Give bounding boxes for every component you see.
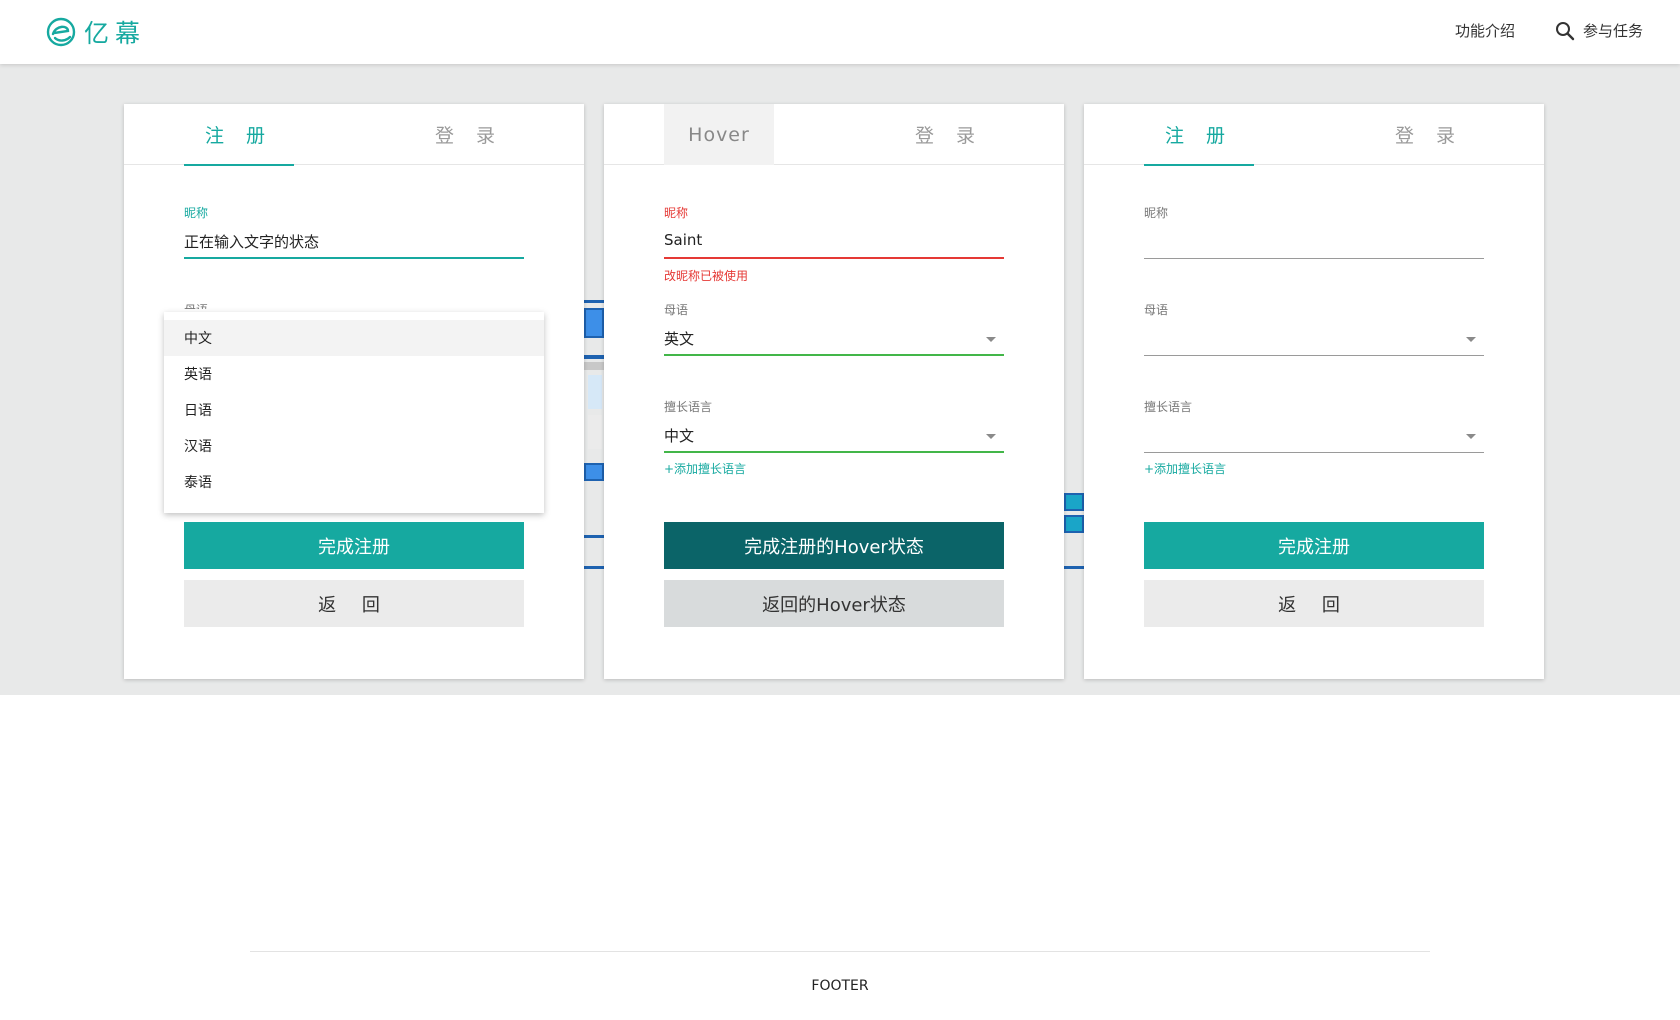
tab-register[interactable]: 注 册 bbox=[1144, 104, 1254, 166]
footer-divider bbox=[250, 951, 1430, 952]
background-decoration bbox=[584, 300, 604, 570]
add-skill-language-link[interactable]: +添加擅长语言 bbox=[664, 460, 746, 477]
nickname-underline bbox=[184, 257, 524, 259]
native-language-underline bbox=[1144, 355, 1484, 356]
brand-logo[interactable]: 亿幕 bbox=[44, 14, 146, 50]
skill-language-underline bbox=[664, 451, 1004, 453]
dropdown-option[interactable]: 中文 bbox=[164, 320, 544, 356]
skill-language-label: 擅长语言 bbox=[1144, 400, 1193, 414]
footer-text: FOOTER bbox=[811, 978, 869, 994]
register-card-typing: 注 册 登 录 昵称 正在输入文字的状态 母语 中文 英语 日语 汉语 泰语 完… bbox=[124, 104, 584, 679]
tab-login[interactable]: 登 录 bbox=[1374, 104, 1484, 165]
nickname-label: 昵称 bbox=[1144, 206, 1169, 220]
top-navigation-bar: 亿幕 功能介绍 参与任务 bbox=[0, 0, 1680, 64]
nav-task-link[interactable]: 参与任务 bbox=[1555, 20, 1643, 41]
nickname-underline bbox=[1144, 258, 1484, 259]
tab-register-hover[interactable]: Hover bbox=[664, 104, 774, 165]
brand-name: 亿幕 bbox=[84, 19, 147, 48]
auth-tabs: 注 册 登 录 bbox=[124, 104, 584, 166]
nickname-label: 昵称 bbox=[184, 206, 209, 220]
back-button-hover[interactable]: 返回的Hover状态 bbox=[664, 580, 1004, 627]
chevron-down-icon[interactable] bbox=[986, 434, 996, 439]
auth-tabs: 注 册 登 录 bbox=[1084, 104, 1544, 166]
register-card-hover: Hover 登 录 昵称 Saint 改昵称已被使用 母语 英文 擅长语言 中文… bbox=[604, 104, 1064, 679]
native-language-label: 母语 bbox=[184, 301, 208, 309]
logo-icon bbox=[46, 17, 76, 47]
native-language-dropdown-menu: 中文 英语 日语 汉语 泰语 bbox=[164, 312, 544, 513]
add-skill-language-link[interactable]: +添加擅长语言 bbox=[1144, 460, 1226, 477]
tab-register[interactable]: 注 册 bbox=[184, 104, 294, 166]
dropdown-option[interactable]: 泰语 bbox=[164, 464, 544, 500]
background-decoration-2 bbox=[1064, 490, 1084, 570]
nav-task-label: 参与任务 bbox=[1583, 22, 1644, 40]
complete-register-button[interactable]: 完成注册 bbox=[1144, 522, 1484, 569]
native-language-label: 母语 bbox=[1144, 303, 1169, 317]
native-language-label: 母语 bbox=[664, 303, 689, 317]
nickname-input[interactable] bbox=[1144, 231, 1484, 237]
complete-register-button[interactable]: 完成注册 bbox=[184, 522, 524, 569]
tab-login[interactable]: 登 录 bbox=[894, 104, 1004, 165]
native-language-underline bbox=[664, 354, 1004, 356]
skill-language-select[interactable]: 中文 bbox=[664, 425, 1004, 452]
chevron-down-icon[interactable] bbox=[986, 337, 996, 342]
nickname-underline bbox=[664, 257, 1004, 259]
auth-tabs: Hover 登 录 bbox=[604, 104, 1064, 165]
back-button[interactable]: 返 回 bbox=[184, 580, 524, 627]
native-language-select[interactable] bbox=[1144, 328, 1484, 334]
nickname-label: 昵称 bbox=[664, 206, 689, 220]
skill-language-select[interactable] bbox=[1144, 425, 1484, 431]
chevron-down-icon[interactable] bbox=[1466, 434, 1476, 439]
nickname-input[interactable]: 正在输入文字的状态 bbox=[184, 231, 524, 258]
dropdown-option[interactable]: 日语 bbox=[164, 392, 544, 428]
skill-language-underline bbox=[1144, 452, 1484, 453]
complete-register-button-hover[interactable]: 完成注册的Hover状态 bbox=[664, 522, 1004, 569]
search-icon bbox=[1556, 21, 1575, 40]
nav-features-link[interactable]: 功能介绍 bbox=[1455, 20, 1515, 41]
dropdown-option[interactable]: 英语 bbox=[164, 356, 544, 392]
native-language-select[interactable]: 英文 bbox=[664, 328, 1004, 355]
nickname-input[interactable]: Saint bbox=[664, 231, 1004, 255]
dropdown-option[interactable]: 汉语 bbox=[164, 428, 544, 464]
back-button[interactable]: 返 回 bbox=[1144, 580, 1484, 627]
skill-language-label: 擅长语言 bbox=[664, 400, 713, 414]
register-card-empty: 注 册 登 录 昵称 母语 擅长语言 +添加擅长语言 完成注册 返 回 bbox=[1084, 104, 1544, 679]
tab-login[interactable]: 登 录 bbox=[414, 104, 524, 165]
chevron-down-icon[interactable] bbox=[1466, 337, 1476, 342]
nickname-error-message: 改昵称已被使用 bbox=[664, 269, 749, 283]
